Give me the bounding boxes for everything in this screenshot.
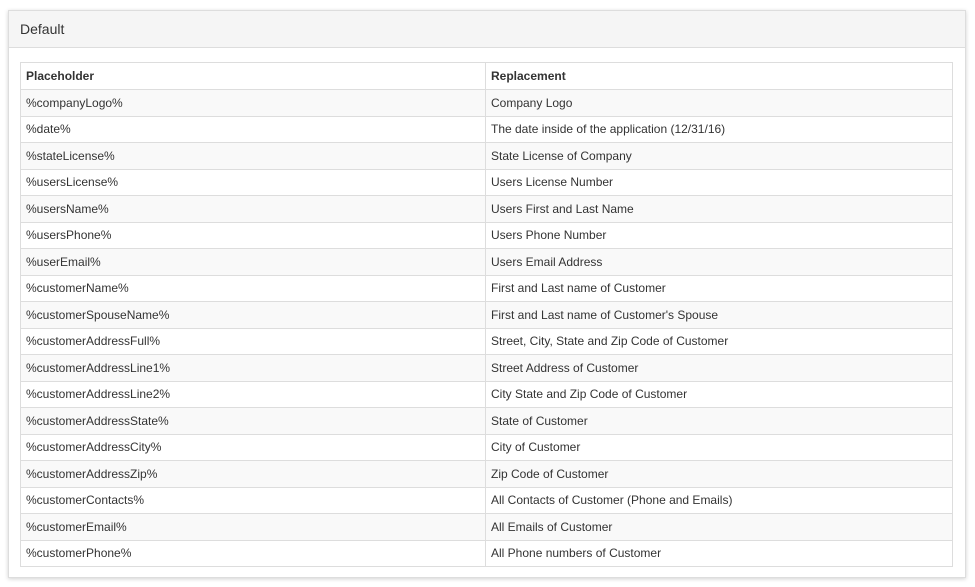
table-row: %userEmail% Users Email Address [20,248,953,276]
placeholder-cell: %customerAddressLine2% [20,380,486,408]
column-header-replacement: Replacement [485,62,953,90]
table-body: %companyLogo% Company Logo %date% The date … [20,89,953,567]
placeholder-cell: %customerAddressCity% [20,433,486,461]
placeholder-cell: %customerContacts% [20,486,486,514]
table-row: %customerAddressZip% Zip Code of Customer [20,460,953,488]
table-row: %customerContacts% All Contacts of Custom… [20,486,953,514]
column-header-placeholder: Placeholder [20,62,486,90]
table-row: %customerAddressFull% Street, City, State… [20,327,953,355]
placeholder-cell: %stateLicense% [20,142,486,170]
replacement-cell: Zip Code of Customer [485,460,953,488]
panel-title: Default [20,21,65,37]
replacement-cell: State License of Company [485,142,953,170]
replacement-cell: First and Last name of Customer's Spouse [485,301,953,329]
table-row: %usersName% Users First and Last Name [20,195,953,223]
table-row: %usersPhone% Users Phone Number [20,221,953,249]
table-row: %companyLogo% Company Logo [20,89,953,117]
replacement-cell: The date inside of the application (12/3… [485,115,953,143]
table-row: %customerEmail% All Emails of Customer [20,513,953,541]
panel-heading: Default [9,11,965,48]
placeholder-cell: %usersLicense% [20,168,486,196]
placeholder-cell: %customerAddressState% [20,407,486,435]
panel-body: Placeholder Replacement %companyLogo% Com… [20,62,953,567]
placeholder-table: Placeholder Replacement %companyLogo% Com… [20,62,953,567]
placeholder-cell: %date% [20,115,486,143]
table-row: %customerAddressState% State of Customer [20,407,953,435]
placeholder-cell: %customerAddressZip% [20,460,486,488]
table-row: %customerAddressLine1% Street Address of … [20,354,953,382]
table-header: Placeholder Replacement [20,62,953,90]
placeholder-cell: %userEmail% [20,248,486,276]
table-row: %usersLicense% Users License Number [20,168,953,196]
placeholder-cell: %customerName% [20,274,486,302]
placeholder-cell: %customerAddressFull% [20,327,486,355]
replacement-cell: City of Customer [485,433,953,461]
replacement-cell: Street, City, State and Zip Code of Cust… [485,327,953,355]
replacement-cell: All Phone numbers of Customer [485,539,953,567]
replacement-cell: Company Logo [485,89,953,117]
table-header-row: Placeholder Replacement [20,62,953,90]
replacement-cell: Street Address of Customer [485,354,953,382]
placeholder-cell: %customerPhone% [20,539,486,567]
table-row: %customerName% First and Last name of Cus… [20,274,953,302]
replacement-cell: Users Phone Number [485,221,953,249]
replacement-cell: All Contacts of Customer (Phone and Emai… [485,486,953,514]
table-row: %customerAddressCity% City of Customer [20,433,953,461]
replacement-cell: City State and Zip Code of Customer [485,380,953,408]
replacement-cell: All Emails of Customer [485,513,953,541]
placeholder-cell: %customerSpouseName% [20,301,486,329]
placeholder-cell: %usersPhone% [20,221,486,249]
replacement-cell: First and Last name of Customer [485,274,953,302]
placeholder-cell: %usersName% [20,195,486,223]
default-panel: Default Placeholder Replacement %company… [8,10,966,578]
table-row: %customerPhone% All Phone numbers of Cust… [20,539,953,567]
placeholder-cell: %companyLogo% [20,89,486,117]
replacement-cell: Users License Number [485,168,953,196]
replacement-cell: State of Customer [485,407,953,435]
replacement-cell: Users First and Last Name [485,195,953,223]
table-row: %stateLicense% State License of Company [20,142,953,170]
table-row: %date% The date inside of the application… [20,115,953,143]
replacement-cell: Users Email Address [485,248,953,276]
table-row: %customerSpouseName% First and Last name … [20,301,953,329]
placeholder-cell: %customerAddressLine1% [20,354,486,382]
table-row: %customerAddressLine2% City State and Zip… [20,380,953,408]
placeholder-cell: %customerEmail% [20,513,486,541]
